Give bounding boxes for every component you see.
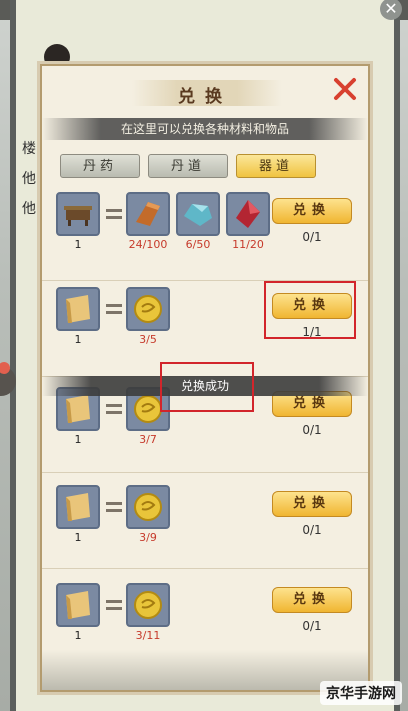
copper-ingot-icon[interactable] [126, 192, 170, 236]
equals-icon [106, 599, 122, 611]
exchange-button[interactable]: 兑换 [272, 587, 352, 613]
scroll-icon[interactable] [56, 287, 100, 331]
close-icon[interactable] [332, 76, 358, 102]
gold-coin-icon[interactable] [126, 485, 170, 529]
highlight-box [264, 281, 356, 339]
equals-icon [106, 303, 122, 315]
exchange-count: 0/1 [302, 619, 322, 633]
scroll-icon[interactable] [56, 485, 100, 529]
gold-coin-icon[interactable] [126, 287, 170, 331]
watermark-logo: 京华手游网 [320, 681, 402, 705]
dialog-title: 兑换 [178, 87, 232, 107]
scroll-icon[interactable] [56, 583, 100, 627]
equals-icon [106, 403, 122, 415]
exchange-count: 0/1 [302, 230, 322, 244]
tab-artifacts[interactable]: 器道 [236, 154, 316, 178]
red-crystal-icon[interactable] [226, 192, 270, 236]
exchange-button[interactable]: 兑换 [272, 198, 352, 224]
product-qty: 1 [74, 433, 82, 446]
tab-pills[interactable]: 丹药 [60, 154, 140, 178]
exchange-row: 1 24/100 6/50 11/20 兑换 0/1 [42, 184, 368, 280]
dialog-subtitle: 在这里可以兑换各种材料和物品 [42, 118, 368, 140]
side-text: 他 [22, 171, 36, 187]
category-tabs: 丹药 丹道 器道 [60, 154, 316, 180]
exchange-count: 0/1 [302, 523, 322, 537]
highlight-box [160, 362, 254, 412]
material-qty: 6/50 [185, 238, 211, 251]
side-text: 他 [22, 201, 36, 217]
material-qty: 3/9 [139, 531, 157, 544]
product-qty: 1 [74, 238, 82, 251]
material-qty: 3/5 [139, 333, 157, 346]
treasure-chest-icon[interactable] [56, 192, 100, 236]
exchange-dialog: 兑换 在这里可以兑换各种材料和物品 丹药 丹道 器道 1 24/100 6/50 [40, 64, 370, 692]
material-qty: 11/20 [232, 238, 264, 251]
exchange-count: 0/1 [302, 423, 322, 437]
product-qty: 1 [74, 531, 82, 544]
exchange-row: 1 3/9 兑换 0/1 [42, 472, 368, 569]
dialog-header: 兑换 [42, 66, 368, 118]
product-qty: 1 [74, 629, 82, 642]
equals-icon [106, 501, 122, 513]
material-qty: 24/100 [128, 238, 168, 251]
product-qty: 1 [74, 333, 82, 346]
exchange-button[interactable]: 兑换 [272, 491, 352, 517]
material-qty: 3/7 [139, 433, 157, 446]
side-text: 楼 [22, 141, 36, 157]
material-qty: 3/11 [135, 629, 161, 642]
equals-icon [106, 208, 122, 220]
gold-coin-icon[interactable] [126, 583, 170, 627]
tab-alchemy[interactable]: 丹道 [148, 154, 228, 178]
jade-stone-icon[interactable] [176, 192, 220, 236]
